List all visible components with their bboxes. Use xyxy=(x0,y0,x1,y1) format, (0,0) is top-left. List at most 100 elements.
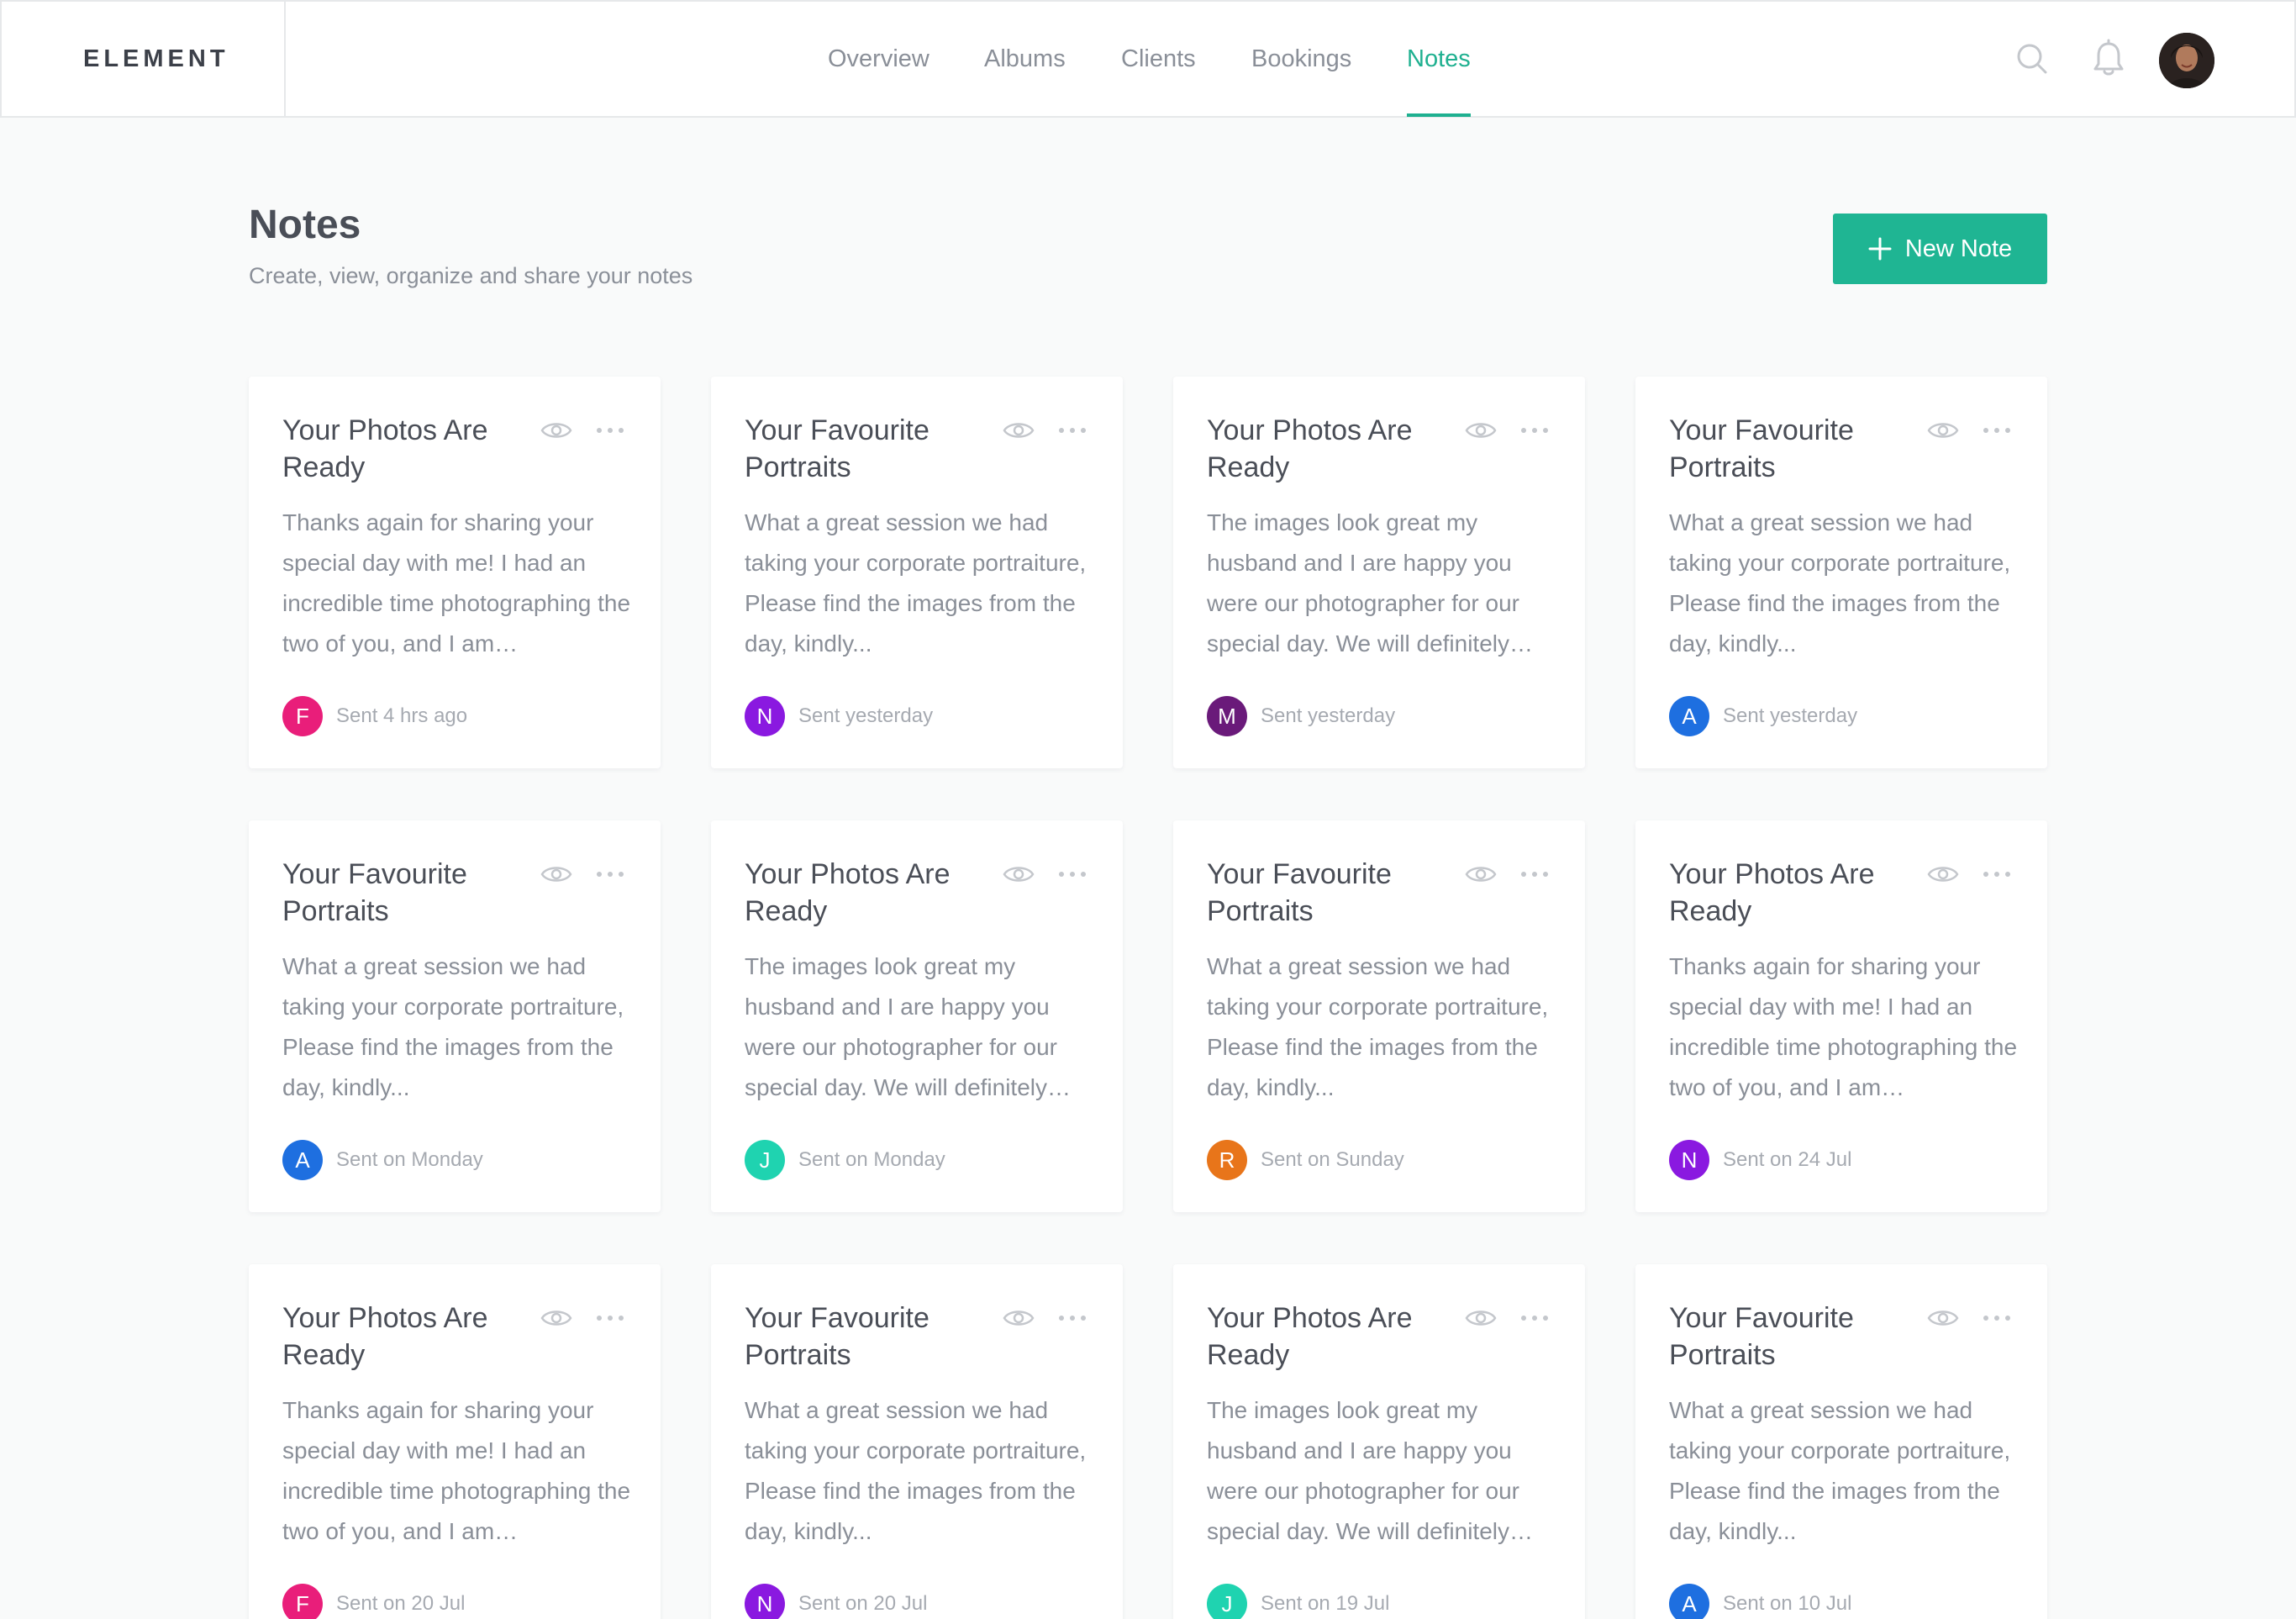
note-title[interactable]: Your Favourite Portraits xyxy=(282,856,535,930)
note-title[interactable]: Your Photos Are Ready xyxy=(1207,412,1459,486)
recipient-avatar: R xyxy=(1207,1140,1247,1180)
recipient-avatar: M xyxy=(1207,696,1247,736)
note-card[interactable]: Your Photos Are Ready Thanks again for sh… xyxy=(249,377,661,768)
note-card[interactable]: Your Photos Are Ready The images look gre… xyxy=(1173,377,1585,768)
note-preview: What a great session we had taking your … xyxy=(1207,953,1549,1100)
eye-icon[interactable] xyxy=(1926,414,1960,447)
more-options-icon[interactable] xyxy=(593,1301,627,1335)
recipient-avatar: J xyxy=(745,1140,785,1180)
nav-tab-overview[interactable]: Overview xyxy=(828,2,929,116)
sent-status: Sent on Monday xyxy=(336,1148,483,1171)
note-card[interactable]: Your Favourite Portraits What a great ses… xyxy=(1173,820,1585,1212)
recipient-avatar: F xyxy=(282,696,323,736)
top-header: ELEMENT Overview Albums Clients Bookings… xyxy=(0,0,2296,118)
more-options-icon[interactable] xyxy=(1980,857,2014,891)
eye-icon[interactable] xyxy=(540,414,573,447)
note-footer: F Sent 4 hrs ago xyxy=(282,696,467,736)
note-card[interactable]: Your Photos Are Ready Thanks again for sh… xyxy=(249,1264,661,1619)
note-title[interactable]: Your Photos Are Ready xyxy=(1207,1300,1459,1374)
recipient-avatar: J xyxy=(1207,1584,1247,1619)
note-preview: Thanks again for sharing your special da… xyxy=(282,509,631,657)
user-avatar[interactable] xyxy=(2159,33,2214,88)
nav-tab-notes[interactable]: Notes xyxy=(1407,2,1471,117)
eye-icon[interactable] xyxy=(1002,1301,1035,1335)
note-preview: Thanks again for sharing your special da… xyxy=(282,1397,631,1544)
sent-status: Sent yesterday xyxy=(798,704,934,727)
sent-status: Sent on 24 Jul xyxy=(1723,1148,1852,1171)
more-options-icon[interactable] xyxy=(593,414,627,447)
note-title[interactable]: Your Favourite Portraits xyxy=(1669,412,1921,486)
note-title[interactable]: Your Photos Are Ready xyxy=(1669,856,1921,930)
more-options-icon[interactable] xyxy=(1980,414,2014,447)
nav-tab-bookings[interactable]: Bookings xyxy=(1251,2,1351,116)
note-card[interactable]: Your Favourite Portraits What a great ses… xyxy=(711,1264,1123,1619)
sent-status: Sent yesterday xyxy=(1261,704,1396,727)
more-options-icon[interactable] xyxy=(1518,1301,1551,1335)
note-footer: M Sent yesterday xyxy=(1207,696,1395,736)
note-card[interactable]: Your Favourite Portraits What a great ses… xyxy=(1635,1264,2047,1619)
note-title[interactable]: Your Favourite Portraits xyxy=(1669,1300,1921,1374)
note-card[interactable]: Your Favourite Portraits What a great ses… xyxy=(249,820,661,1212)
page-subtitle: Create, view, organize and share your no… xyxy=(249,263,693,288)
eye-icon[interactable] xyxy=(540,857,573,891)
note-footer: R Sent on Sunday xyxy=(1207,1140,1404,1180)
note-preview: Thanks again for sharing your special da… xyxy=(1669,953,2018,1100)
eye-icon[interactable] xyxy=(1464,414,1498,447)
bell-icon[interactable] xyxy=(2088,39,2129,79)
note-card[interactable]: Your Photos Are Ready The images look gre… xyxy=(1173,1264,1585,1619)
new-note-label: New Note xyxy=(1904,235,2013,262)
new-note-button[interactable]: New Note xyxy=(1833,214,2047,284)
note-title[interactable]: Your Favourite Portraits xyxy=(745,412,997,486)
plus-icon xyxy=(1868,237,1892,261)
note-preview: The images look great my husband and I a… xyxy=(1207,509,1534,657)
recipient-avatar: N xyxy=(745,696,785,736)
eye-icon[interactable] xyxy=(1464,1301,1498,1335)
nav-tab-clients[interactable]: Clients xyxy=(1121,2,1196,116)
note-card[interactable]: Your Photos Are Ready The images look gre… xyxy=(711,820,1123,1212)
eye-icon[interactable] xyxy=(1464,857,1498,891)
recipient-avatar: A xyxy=(1669,1584,1709,1619)
more-options-icon[interactable] xyxy=(1056,414,1089,447)
sent-status: Sent on Monday xyxy=(798,1148,945,1171)
note-title[interactable]: Your Photos Are Ready xyxy=(745,856,997,930)
recipient-avatar: N xyxy=(745,1584,785,1619)
note-footer: J Sent on 19 Jul xyxy=(1207,1584,1389,1619)
note-title[interactable]: Your Favourite Portraits xyxy=(1207,856,1459,930)
note-preview: What a great session we had taking your … xyxy=(1669,509,2011,657)
note-footer: A Sent on 10 Jul xyxy=(1669,1584,1851,1619)
more-options-icon[interactable] xyxy=(593,857,627,891)
sent-status: Sent on 10 Jul xyxy=(1723,1592,1852,1615)
recipient-avatar: N xyxy=(1669,1140,1709,1180)
sent-status: Sent on 20 Jul xyxy=(798,1592,928,1615)
nav-tab-albums[interactable]: Albums xyxy=(984,2,1066,116)
note-title[interactable]: Your Favourite Portraits xyxy=(745,1300,997,1374)
recipient-avatar: F xyxy=(282,1584,323,1619)
sent-status: Sent 4 hrs ago xyxy=(336,704,468,727)
note-preview: The images look great my husband and I a… xyxy=(745,953,1072,1100)
recipient-avatar: A xyxy=(1669,696,1709,736)
eye-icon[interactable] xyxy=(1002,857,1035,891)
note-preview: What a great session we had taking your … xyxy=(745,509,1087,657)
sent-status: Sent on 20 Jul xyxy=(336,1592,466,1615)
note-card[interactable]: Your Photos Are Ready Thanks again for sh… xyxy=(1635,820,2047,1212)
note-footer: N Sent on 24 Jul xyxy=(1669,1140,1851,1180)
more-options-icon[interactable] xyxy=(1980,1301,2014,1335)
recipient-avatar: A xyxy=(282,1140,323,1180)
eye-icon[interactable] xyxy=(1002,414,1035,447)
more-options-icon[interactable] xyxy=(1518,414,1551,447)
note-footer: N Sent yesterday xyxy=(745,696,933,736)
more-options-icon[interactable] xyxy=(1056,1301,1089,1335)
eye-icon[interactable] xyxy=(1926,857,1960,891)
note-preview: What a great session we had taking your … xyxy=(1669,1397,2011,1544)
eye-icon[interactable] xyxy=(540,1301,573,1335)
more-options-icon[interactable] xyxy=(1518,857,1551,891)
sent-status: Sent on Sunday xyxy=(1261,1148,1404,1171)
note-preview: The images look great my husband and I a… xyxy=(1207,1397,1534,1544)
note-card[interactable]: Your Favourite Portraits What a great ses… xyxy=(711,377,1123,768)
note-title[interactable]: Your Photos Are Ready xyxy=(282,412,535,486)
eye-icon[interactable] xyxy=(1926,1301,1960,1335)
note-title[interactable]: Your Photos Are Ready xyxy=(282,1300,535,1374)
note-card[interactable]: Your Favourite Portraits What a great ses… xyxy=(1635,377,2047,768)
more-options-icon[interactable] xyxy=(1056,857,1089,891)
search-icon[interactable] xyxy=(2012,39,2052,79)
